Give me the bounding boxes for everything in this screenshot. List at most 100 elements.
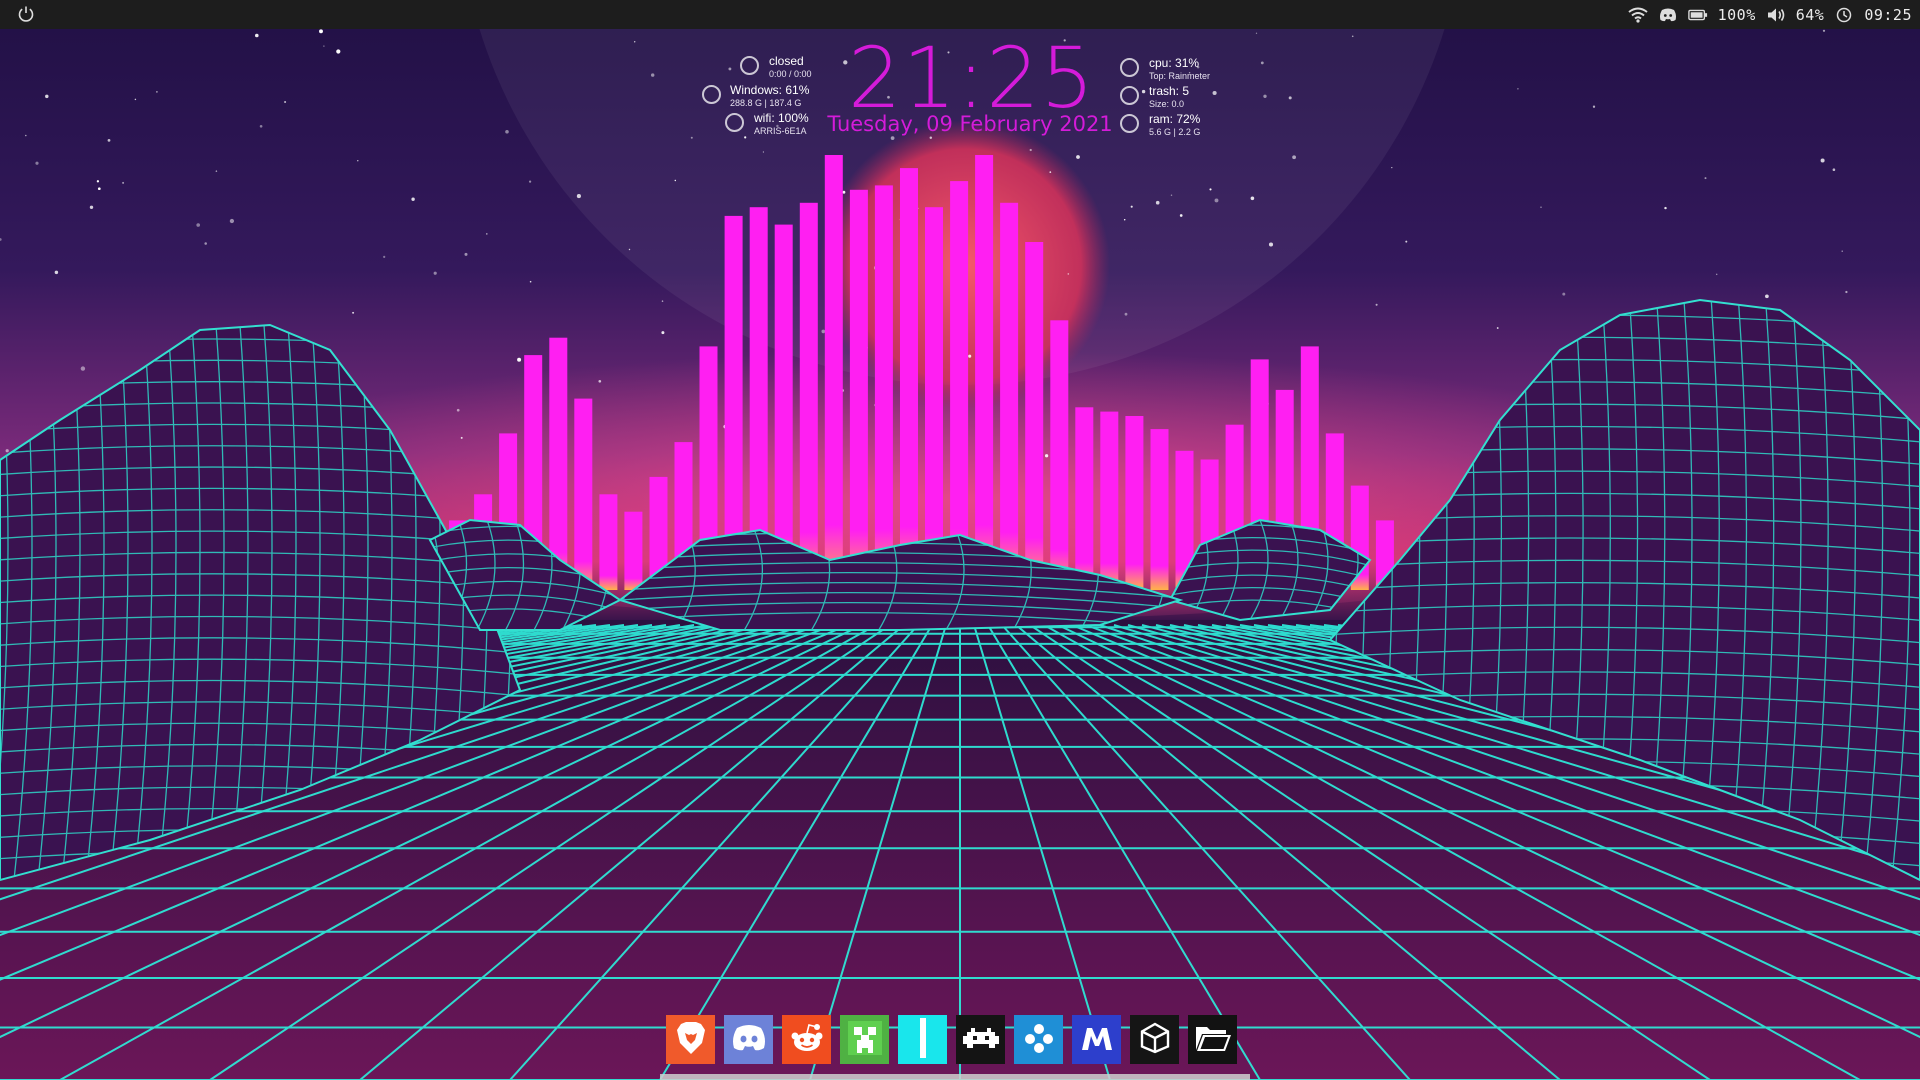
star [460,436,463,439]
star [1130,205,1133,208]
star [529,280,532,283]
visualizer-bar [1000,202,1019,591]
star [1250,196,1255,201]
desktop-wallpaper [0,0,1920,1080]
star [134,98,137,101]
star [156,91,158,93]
volume-icon[interactable] [1766,6,1786,24]
media-status-label: closed [769,54,804,68]
star [1155,200,1160,205]
vertical-bar-icon [918,1017,928,1062]
star [744,136,747,139]
power-icon[interactable] [17,5,35,23]
star [762,151,765,153]
star [1212,90,1217,96]
star [1123,218,1126,221]
star [1263,94,1267,98]
discord-icon[interactable] [1658,6,1678,24]
visualizer-bar [1100,411,1119,590]
star [1268,242,1274,247]
wifi-label: wifi: 100% [754,111,809,125]
star [1391,166,1393,169]
visualizer-bar [900,168,918,590]
star [1540,206,1542,208]
minecraft-app[interactable] [840,1015,889,1064]
star [1562,292,1566,296]
star [821,329,826,334]
cpu-label: cpu: 31% [1149,56,1200,70]
star [255,33,259,38]
ppsspp-app[interactable] [1014,1015,1063,1064]
visualizer-bar [925,207,943,590]
star [35,161,39,165]
clock-icon[interactable] [1834,6,1854,24]
visualizer-bar [799,202,818,591]
star [1715,273,1718,276]
star [1496,327,1499,329]
star [1255,32,1258,34]
disk-usage-label: Windows: 61% [730,83,810,97]
star [728,67,732,71]
visualizer-bar [950,181,969,590]
space-invader-icon [961,1024,1001,1056]
progress-ring [1120,58,1139,77]
visualizer-bar [975,155,994,590]
unity-app[interactable] [1130,1015,1179,1064]
star [1288,96,1292,100]
trash-label: trash: 5 [1149,84,1190,98]
system-tray: 100% 64% 09:25 [1628,0,1912,29]
visualizer-bar [1075,407,1094,590]
panel-clock[interactable]: 09:25 [1864,6,1912,24]
star [45,94,49,99]
star [464,252,468,256]
star [890,136,895,140]
cpu-top-process: Top: Rainmeter [1149,71,1211,81]
star [433,271,437,275]
wifi-icon[interactable] [1628,6,1648,24]
retroarch-app[interactable] [956,1015,1005,1064]
star [1260,61,1264,65]
star [80,366,86,371]
star [1664,206,1667,210]
malwarebytes-app[interactable] [1072,1015,1121,1064]
star [651,73,655,77]
visualizer-bar [874,185,893,590]
battery-icon[interactable] [1687,6,1708,24]
star [1141,89,1146,94]
trash-size: Size: 0.0 [1149,99,1185,109]
visualizer-bar [599,494,618,590]
star [96,180,100,183]
discord-app[interactable] [724,1015,773,1064]
star [411,197,415,201]
progress-ring [702,85,721,104]
star [107,139,111,142]
star [674,179,677,182]
star [517,357,522,362]
unity-icon [1139,1022,1171,1058]
volume-percent: 64% [1795,5,1825,24]
star [54,270,59,275]
star [690,136,693,139]
cyan-bar-app[interactable] [898,1015,947,1064]
star [1405,240,1408,243]
brave-app[interactable] [666,1015,715,1064]
folder-open-icon [1194,1023,1232,1057]
star [229,218,235,224]
reddit-app[interactable] [782,1015,831,1064]
star [1179,214,1183,217]
star [598,379,602,383]
star [319,29,323,34]
star [843,60,848,65]
m-logo-icon [1080,1024,1114,1056]
brave-lion-icon [675,1021,707,1059]
files-app[interactable] [1188,1015,1237,1064]
star [284,100,287,104]
star [486,233,488,235]
star [661,331,665,335]
disk-usage-detail: 288.8 G | 187.4 G [730,98,802,108]
visualizer-bar [574,398,593,590]
star [97,187,101,191]
discord-icon [731,1024,767,1056]
star [929,136,933,140]
dock [666,1015,1237,1065]
